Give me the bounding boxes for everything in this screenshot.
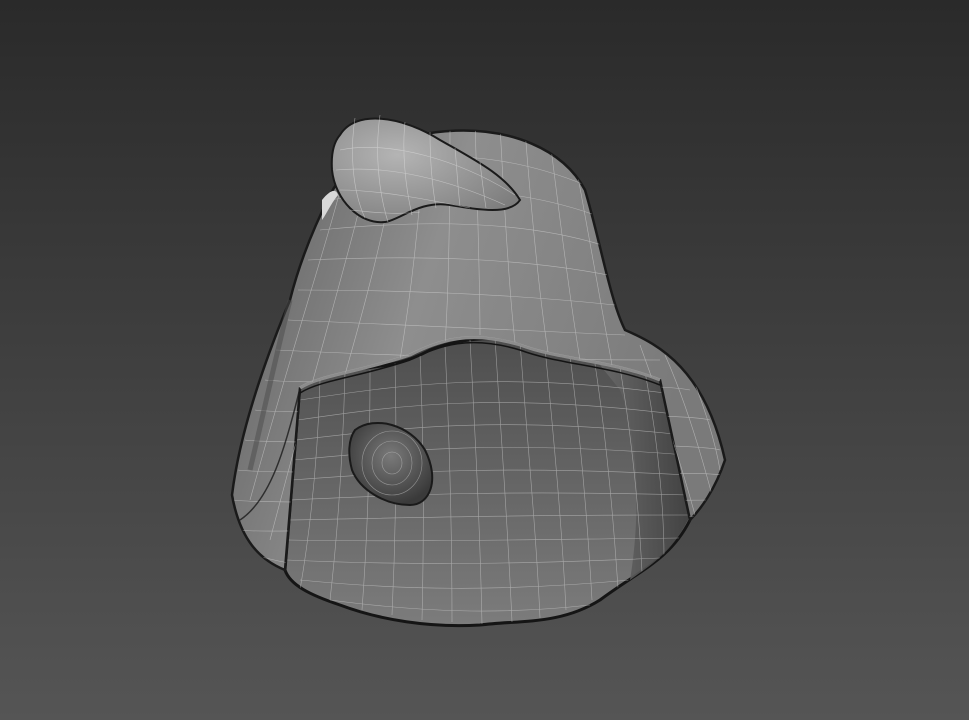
3d-viewport[interactable] bbox=[0, 0, 969, 720]
viewport-canvas[interactable] bbox=[0, 0, 969, 720]
